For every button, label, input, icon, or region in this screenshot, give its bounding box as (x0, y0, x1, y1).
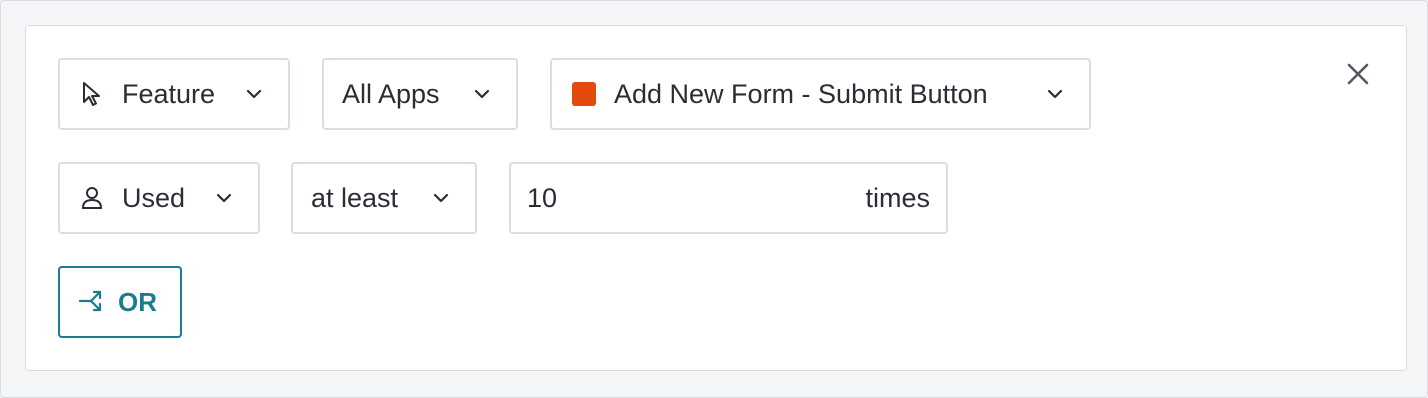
chevron-down-icon (244, 84, 264, 104)
action-label: Used (122, 182, 186, 213)
chevron-down-icon (431, 188, 451, 208)
app-scope-dropdown[interactable]: All Apps (322, 58, 518, 130)
cursor-icon (80, 80, 104, 108)
target-feature-dropdown[interactable]: Add New Form - Submit Button (550, 58, 1091, 130)
count-input[interactable]: 10 times (509, 162, 948, 234)
or-button[interactable]: OR (58, 266, 182, 338)
or-button-label: OR (118, 286, 157, 317)
target-feature-label: Add New Form - Submit Button (614, 78, 988, 109)
action-dropdown[interactable]: Used (58, 162, 260, 234)
remove-rule-button[interactable] (1340, 56, 1376, 92)
event-type-label: Feature (122, 78, 216, 109)
close-icon (1345, 61, 1371, 87)
count-value: 10 (527, 182, 558, 213)
branch-icon (78, 289, 104, 315)
color-swatch-icon (572, 82, 596, 106)
app-scope-label: All Apps (342, 78, 440, 109)
comparator-label: at least (311, 182, 399, 213)
chevron-down-icon (472, 84, 492, 104)
feature-color-swatch (572, 80, 596, 108)
count-suffix: times (865, 182, 930, 213)
chevron-down-icon (1045, 84, 1065, 104)
chevron-down-icon (214, 188, 234, 208)
event-type-dropdown[interactable]: Feature (58, 58, 290, 130)
comparator-dropdown[interactable]: at least (291, 162, 477, 234)
user-icon (80, 184, 104, 212)
